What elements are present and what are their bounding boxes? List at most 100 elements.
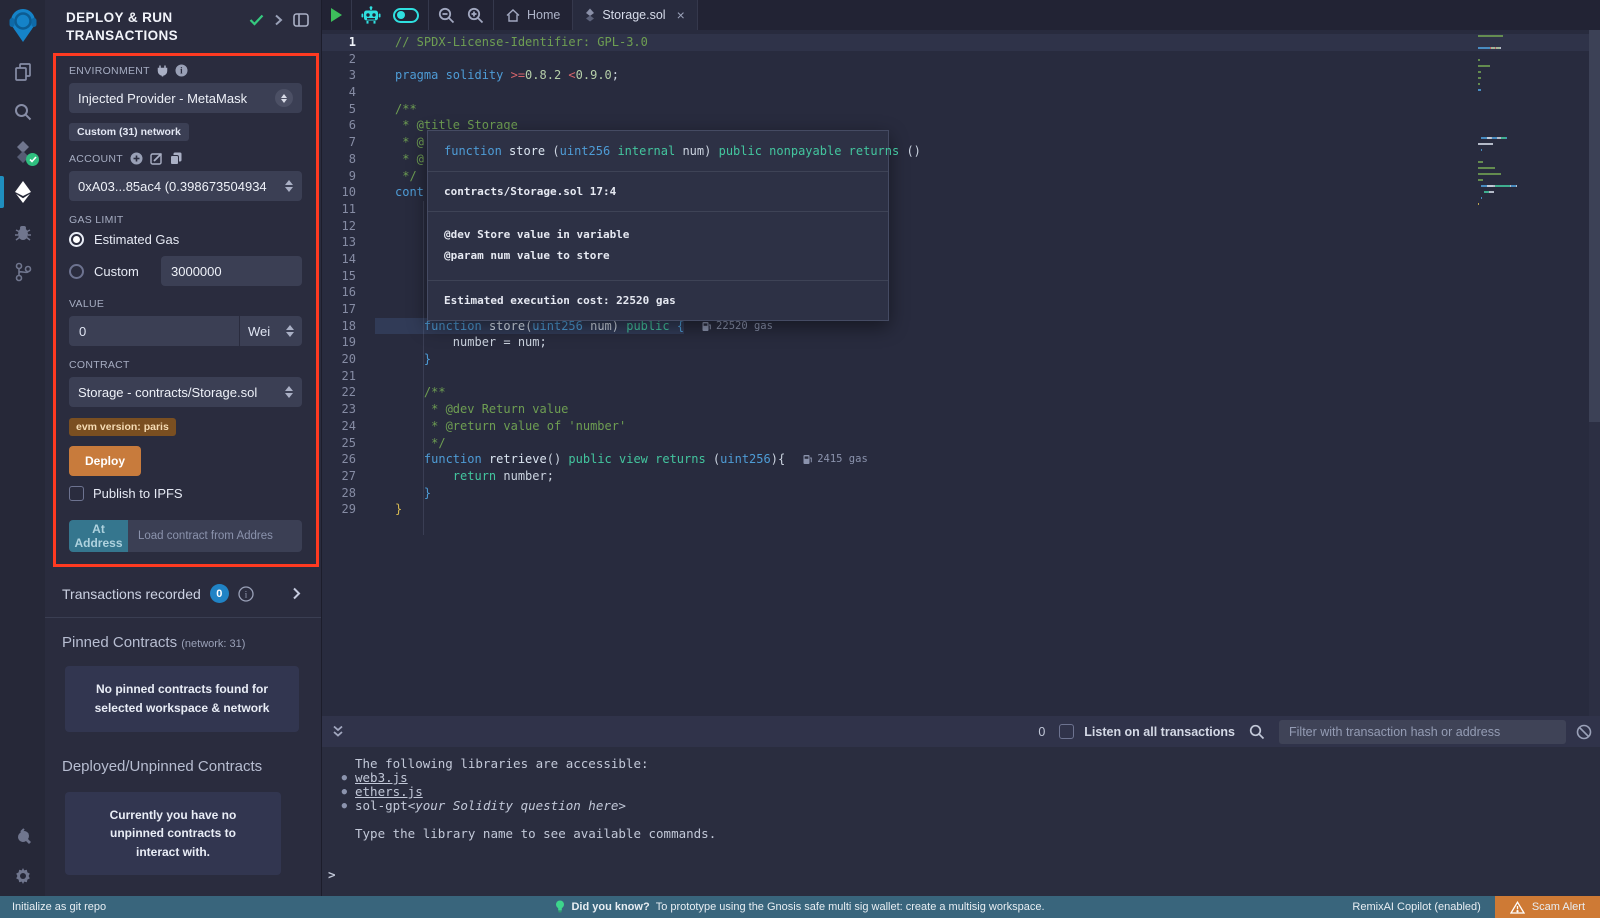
code-line-28[interactable]: 28 } xyxy=(322,485,1600,502)
code-line-20[interactable]: 20 } xyxy=(322,351,1600,368)
code-text: } xyxy=(375,485,431,502)
transactions-info-icon[interactable]: i xyxy=(238,586,254,602)
line-number: 14 xyxy=(322,251,375,268)
code-editor[interactable]: 1// SPDX-License-Identifier: GPL-3.023pr… xyxy=(322,30,1600,716)
contract-select[interactable]: Storage - contracts/Storage.sol xyxy=(69,377,302,407)
estimated-gas-radio[interactable] xyxy=(69,232,84,247)
code-line-19[interactable]: 19 number = num; xyxy=(322,334,1600,351)
listen-all-checkbox[interactable] xyxy=(1059,724,1074,739)
copilot-status[interactable]: RemixAI Copilot (enabled) xyxy=(1352,901,1480,913)
code-text: number = num; xyxy=(375,334,547,351)
transaction-filter-input[interactable] xyxy=(1279,720,1566,744)
code-line-23[interactable]: 23 * @dev Return value xyxy=(322,401,1600,418)
zoom-out-icon[interactable] xyxy=(438,7,455,24)
custom-gas-radio[interactable] xyxy=(69,264,84,279)
value-label: VALUE xyxy=(69,298,104,310)
code-line-4[interactable]: 4 xyxy=(322,84,1600,101)
terminal-tx-count: 0 xyxy=(1038,725,1045,739)
settings-gear-icon[interactable] xyxy=(0,856,45,896)
deploy-button[interactable]: Deploy xyxy=(69,446,141,476)
transactions-recorded-label: Transactions recorded xyxy=(62,586,201,602)
file-explorer-icon[interactable] xyxy=(0,52,45,92)
environment-select[interactable]: Injected Provider - MetaMask xyxy=(69,83,302,113)
terminal-prompt[interactable]: > xyxy=(328,867,336,882)
plugin-manager-icon[interactable] xyxy=(0,816,45,856)
code-line-27[interactable]: 27 return number; xyxy=(322,468,1600,485)
code-line-2[interactable]: 2 xyxy=(322,51,1600,68)
code-line-24[interactable]: 24 * @return value of 'number' xyxy=(322,418,1600,435)
line-number: 16 xyxy=(322,284,375,301)
transactions-recorded-row[interactable]: Transactions recorded 0 i xyxy=(45,567,321,618)
copy-account-icon[interactable] xyxy=(170,152,182,165)
code-line-25[interactable]: 25 */ xyxy=(322,435,1600,452)
at-address-input[interactable] xyxy=(128,520,302,552)
pinned-contracts-title: Pinned Contracts (network: 31) xyxy=(62,634,299,651)
tab-close-icon[interactable]: × xyxy=(677,7,685,23)
code-line-1[interactable]: 1// SPDX-License-Identifier: GPL-3.0 xyxy=(322,34,1600,51)
copilot-toggle[interactable] xyxy=(393,8,419,23)
value-input[interactable]: 0 xyxy=(69,316,240,346)
git-icon[interactable] xyxy=(0,252,45,292)
svg-text:i: i xyxy=(245,589,248,599)
at-address-button[interactable]: At Address xyxy=(69,520,128,552)
value-unit-select[interactable]: Wei xyxy=(240,316,302,346)
editor-scrollbar-track[interactable] xyxy=(1589,30,1600,716)
line-number: 17 xyxy=(322,301,375,318)
search-icon[interactable] xyxy=(0,92,45,132)
bullet-icon: ● xyxy=(322,771,355,785)
library-link[interactable]: web3.js xyxy=(355,771,408,785)
line-number: 23 xyxy=(322,401,375,418)
panel-collapse-chevron-icon[interactable] xyxy=(274,14,283,26)
remix-logo-icon[interactable] xyxy=(0,0,45,52)
value-unit-arrows-icon xyxy=(286,325,294,337)
scam-alert-button[interactable]: Scam Alert xyxy=(1495,896,1600,918)
code-text: */ xyxy=(375,435,446,452)
did-you-know-text: To prototype using the Gnosis safe multi… xyxy=(656,901,1045,913)
add-account-icon[interactable] xyxy=(130,152,143,165)
tab-home[interactable]: Home xyxy=(494,0,573,30)
tab-storage-label: Storage.sol xyxy=(602,8,665,22)
debugger-icon[interactable] xyxy=(0,212,45,252)
code-line-29[interactable]: 29} xyxy=(322,501,1600,518)
ai-copilot-robot-icon[interactable] xyxy=(361,6,381,24)
transactions-expand-chevron-icon[interactable] xyxy=(292,587,301,600)
terminal-collapse-icon[interactable] xyxy=(332,725,344,738)
run-script-icon[interactable] xyxy=(331,8,342,22)
custom-gas-input[interactable] xyxy=(161,256,302,286)
bullet-icon: ● xyxy=(322,785,355,799)
zoom-in-icon[interactable] xyxy=(467,7,484,24)
editor-scrollbar-thumb[interactable] xyxy=(1589,30,1600,422)
account-select-arrows-icon xyxy=(285,180,293,192)
panel-pin-icon[interactable] xyxy=(293,13,309,27)
code-line-3[interactable]: 3pragma solidity >=0.8.2 <0.9.0; xyxy=(322,67,1600,84)
code-line-5[interactable]: 5/** xyxy=(322,101,1600,118)
line-number: 11 xyxy=(322,201,375,218)
code-line-26[interactable]: 26 function retrieve() public view retur… xyxy=(322,451,1600,468)
deploy-run-icon[interactable] xyxy=(0,172,45,212)
line-number: 7 xyxy=(322,134,375,151)
terminal-line: ●web3.js xyxy=(322,771,1600,785)
code-line-21[interactable]: 21 xyxy=(322,368,1600,385)
solidity-compiler-icon[interactable] xyxy=(0,132,45,172)
environment-value: Injected Provider - MetaMask xyxy=(78,91,247,106)
sign-message-icon[interactable] xyxy=(150,152,163,165)
terminal-clear-icon[interactable] xyxy=(1576,724,1592,740)
terminal-line: Type the library name to see available c… xyxy=(322,827,1600,841)
code-text: * @return value of 'number' xyxy=(375,418,626,435)
code-text xyxy=(375,268,395,285)
publish-ipfs-checkbox[interactable] xyxy=(69,486,84,501)
editor-minimap[interactable] xyxy=(1478,33,1522,207)
gas-limit-label: GAS LIMIT xyxy=(69,214,124,226)
terminal-output[interactable]: The following libraries are accessible:●… xyxy=(322,747,1600,896)
terminal-search-icon[interactable] xyxy=(1249,724,1265,740)
terminal-header: 0 Listen on all transactions xyxy=(322,716,1600,747)
environment-plug-icon[interactable] xyxy=(157,65,168,77)
library-link[interactable]: ethers.js xyxy=(355,785,423,799)
environment-info-icon[interactable]: i xyxy=(175,64,188,77)
git-init-link[interactable]: Initialize as git repo xyxy=(0,901,106,913)
line-number: 3 xyxy=(322,67,375,84)
line-number: 25 xyxy=(322,435,375,452)
account-select[interactable]: 0xA03...85ac4 (0.398673504934 xyxy=(69,171,302,201)
code-line-22[interactable]: 22 /** xyxy=(322,384,1600,401)
tab-storage-sol[interactable]: Storage.sol × xyxy=(573,0,697,30)
